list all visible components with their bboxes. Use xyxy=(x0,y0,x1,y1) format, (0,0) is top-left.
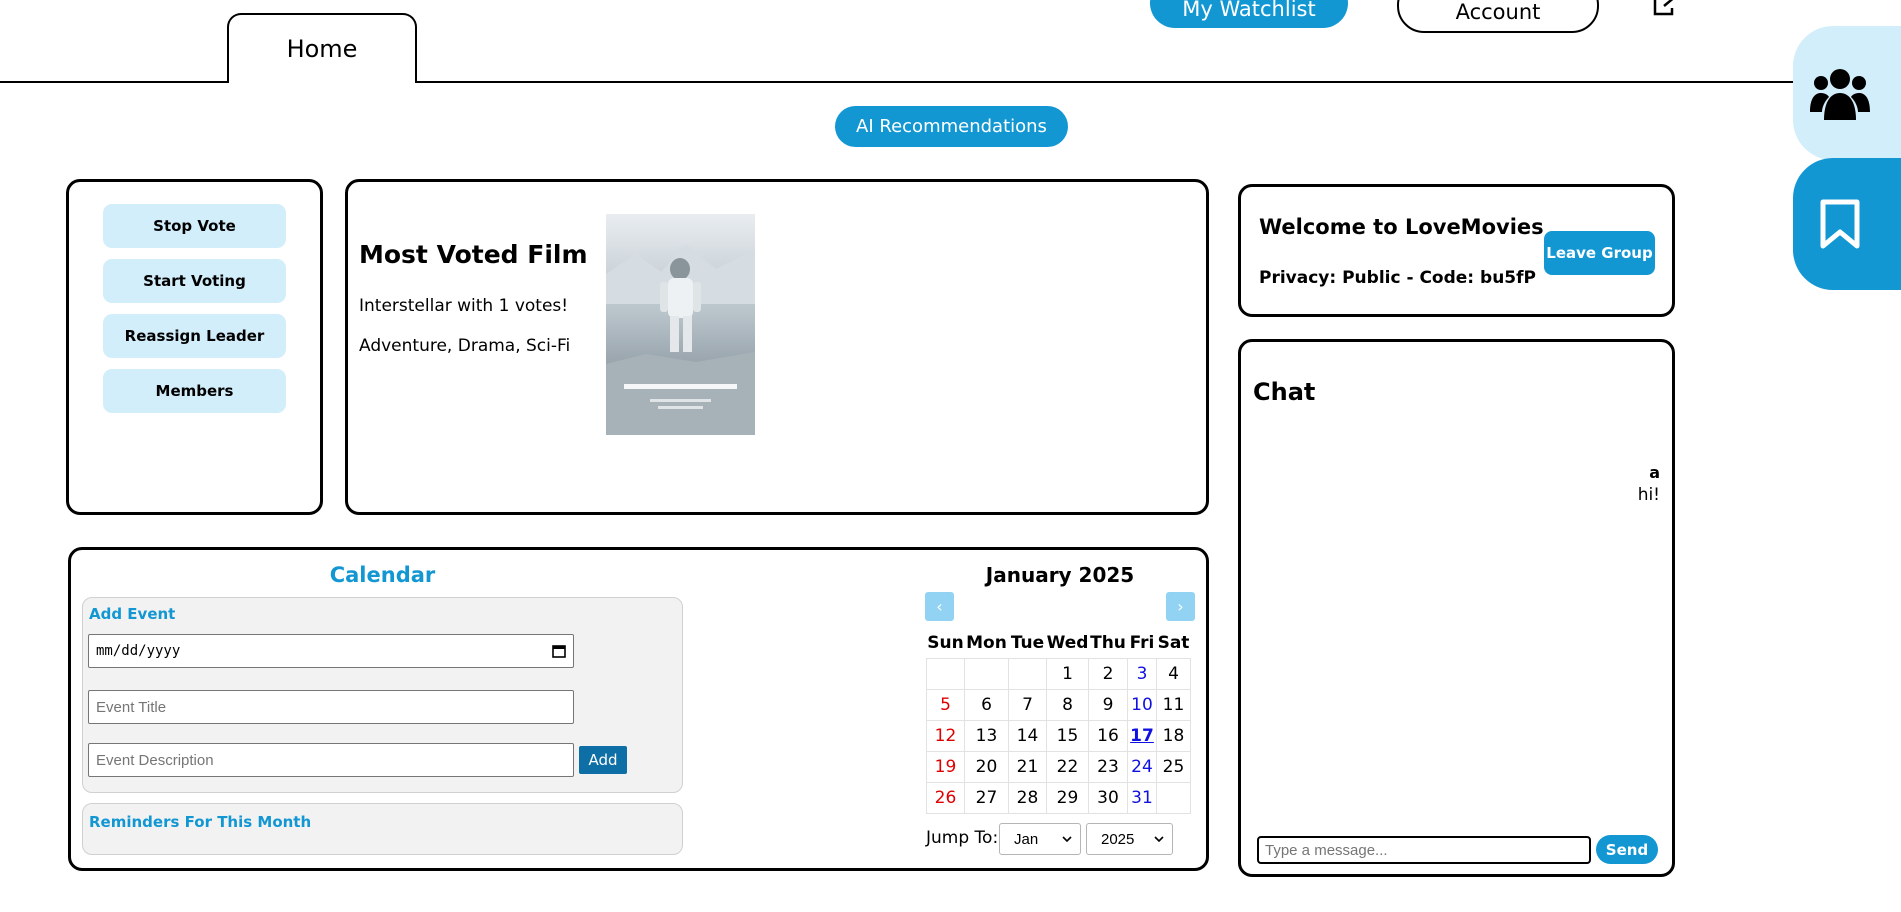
calendar-day xyxy=(964,658,1009,690)
calendar-week: 19 20 21 22 23 24 25 xyxy=(926,751,1191,783)
calendar-day[interactable]: 26 xyxy=(926,782,965,814)
reassign-leader-button[interactable]: Reassign Leader xyxy=(103,314,286,358)
previous-month-button[interactable]: ‹ xyxy=(925,592,954,621)
chat-message-user: a xyxy=(1649,463,1660,482)
reminders-title: Reminders For This Month xyxy=(89,813,312,831)
chevron-down-icon xyxy=(1062,836,1072,842)
ai-recommendations-button[interactable]: AI Recommendations xyxy=(835,106,1068,147)
calendar-day[interactable]: 8 xyxy=(1046,689,1089,721)
leave-group-button[interactable]: Leave Group xyxy=(1544,231,1655,275)
chat-title: Chat xyxy=(1253,378,1316,406)
calendar-day[interactable]: 11 xyxy=(1156,689,1191,721)
weekday-sat: Sat xyxy=(1157,633,1190,653)
calendar-week: 1 2 3 4 xyxy=(926,658,1191,690)
weekday-tue: Tue xyxy=(1010,633,1045,653)
chat-message-text: hi! xyxy=(1637,485,1660,505)
calendar-week: 5 6 7 8 9 10 11 xyxy=(926,689,1191,721)
group-privacy-info: Privacy: Public - Code: bu5fP xyxy=(1259,268,1536,288)
calendar-day[interactable]: 15 xyxy=(1046,720,1089,752)
calendar-day[interactable]: 19 xyxy=(926,751,965,783)
calendar-day xyxy=(926,658,965,690)
calendar-grid: Sun Mon Tue Wed Thu Fri Sat 1 2 3 4 5 6 … xyxy=(926,628,1191,814)
stop-vote-button[interactable]: Stop Vote xyxy=(103,204,286,248)
chat-message-input[interactable] xyxy=(1257,836,1591,864)
event-date-input[interactable]: mm/dd/yyyy xyxy=(88,634,574,668)
calendar-day[interactable]: 6 xyxy=(964,689,1009,721)
chevron-down-icon xyxy=(1154,836,1164,842)
watchlist-side-tab[interactable] xyxy=(1793,158,1901,290)
calendar-day[interactable]: 5 xyxy=(926,689,965,721)
calendar-picker-icon[interactable] xyxy=(552,644,566,658)
calendar-week: 26 27 28 29 30 31 xyxy=(926,782,1191,814)
calendar-month-label: January 2025 xyxy=(985,563,1135,587)
jump-month-select[interactable]: Jan xyxy=(999,823,1081,855)
account-button[interactable]: Account xyxy=(1397,0,1599,33)
event-date-placeholder: mm/dd/yyyy xyxy=(96,643,181,659)
calendar-day[interactable]: 20 xyxy=(964,751,1009,783)
calendar-day[interactable]: 3 xyxy=(1127,658,1157,690)
calendar-day[interactable]: 4 xyxy=(1156,658,1191,690)
next-month-button[interactable]: › xyxy=(1166,592,1195,621)
group-tab[interactable] xyxy=(1793,26,1901,160)
event-title-input[interactable]: Event Title xyxy=(88,690,574,724)
calendar-day[interactable]: 31 xyxy=(1127,782,1157,814)
logout-icon[interactable] xyxy=(1652,0,1680,18)
event-description-input[interactable]: Event Description xyxy=(88,743,574,777)
calendar-day[interactable]: 29 xyxy=(1046,782,1089,814)
weekday-thu: Thu xyxy=(1090,633,1126,653)
tab-home[interactable]: Home xyxy=(227,13,417,83)
calendar-day[interactable]: 7 xyxy=(1008,689,1047,721)
send-button[interactable]: Send xyxy=(1596,835,1658,864)
calendar-day[interactable]: 14 xyxy=(1008,720,1047,752)
weekday-mon: Mon xyxy=(966,633,1007,653)
calendar-day[interactable]: 9 xyxy=(1088,689,1128,721)
calendar-day[interactable]: 23 xyxy=(1088,751,1128,783)
calendar-day-today[interactable]: 17 xyxy=(1127,720,1157,752)
my-watchlist-button[interactable]: My Watchlist xyxy=(1150,0,1348,28)
members-button[interactable]: Members xyxy=(103,369,286,413)
calendar-day[interactable]: 25 xyxy=(1156,751,1191,783)
calendar-day xyxy=(1008,658,1047,690)
start-voting-button[interactable]: Start Voting xyxy=(103,259,286,303)
weekday-wed: Wed xyxy=(1046,633,1089,653)
jump-to-label: Jump To: xyxy=(926,828,999,848)
calendar-day[interactable]: 21 xyxy=(1008,751,1047,783)
weekday-fri: Fri xyxy=(1129,633,1155,653)
calendar-day[interactable]: 27 xyxy=(964,782,1009,814)
calendar-day[interactable]: 18 xyxy=(1156,720,1191,752)
jump-year-select[interactable]: 2025 xyxy=(1086,823,1173,855)
calendar-title: Calendar xyxy=(329,563,436,587)
chat-panel xyxy=(1238,339,1675,877)
calendar-day[interactable]: 13 xyxy=(964,720,1009,752)
calendar-week: 12 13 14 15 16 17 18 xyxy=(926,720,1191,752)
group-welcome-title: Welcome to LoveMovies xyxy=(1259,215,1544,239)
calendar-day[interactable]: 28 xyxy=(1008,782,1047,814)
calendar-day xyxy=(1156,782,1191,814)
group-icon xyxy=(1810,69,1870,120)
calendar-day[interactable]: 10 xyxy=(1127,689,1157,721)
add-event-button[interactable]: Add xyxy=(579,746,627,774)
calendar-day[interactable]: 22 xyxy=(1046,751,1089,783)
weekday-sun: Sun xyxy=(927,633,964,653)
calendar-day[interactable]: 2 xyxy=(1088,658,1128,690)
weekday-header-row: Sun Mon Tue Wed Thu Fri Sat xyxy=(927,628,1191,659)
calendar-day[interactable]: 1 xyxy=(1046,658,1089,690)
calendar-day[interactable]: 30 xyxy=(1088,782,1128,814)
calendar-day[interactable]: 12 xyxy=(926,720,965,752)
most-voted-title: Most Voted Film xyxy=(359,240,588,269)
jump-month-value: Jan xyxy=(1014,830,1039,848)
jump-year-value: 2025 xyxy=(1101,830,1135,848)
bookmark-icon xyxy=(1820,199,1860,249)
film-poster xyxy=(606,214,755,435)
calendar-day[interactable]: 16 xyxy=(1088,720,1128,752)
calendar-day[interactable]: 24 xyxy=(1127,751,1157,783)
add-event-title: Add Event xyxy=(89,605,176,623)
film-vote-summary: Interstellar with 1 votes! xyxy=(359,296,569,316)
film-genres: Adventure, Drama, Sci-Fi xyxy=(359,336,571,356)
